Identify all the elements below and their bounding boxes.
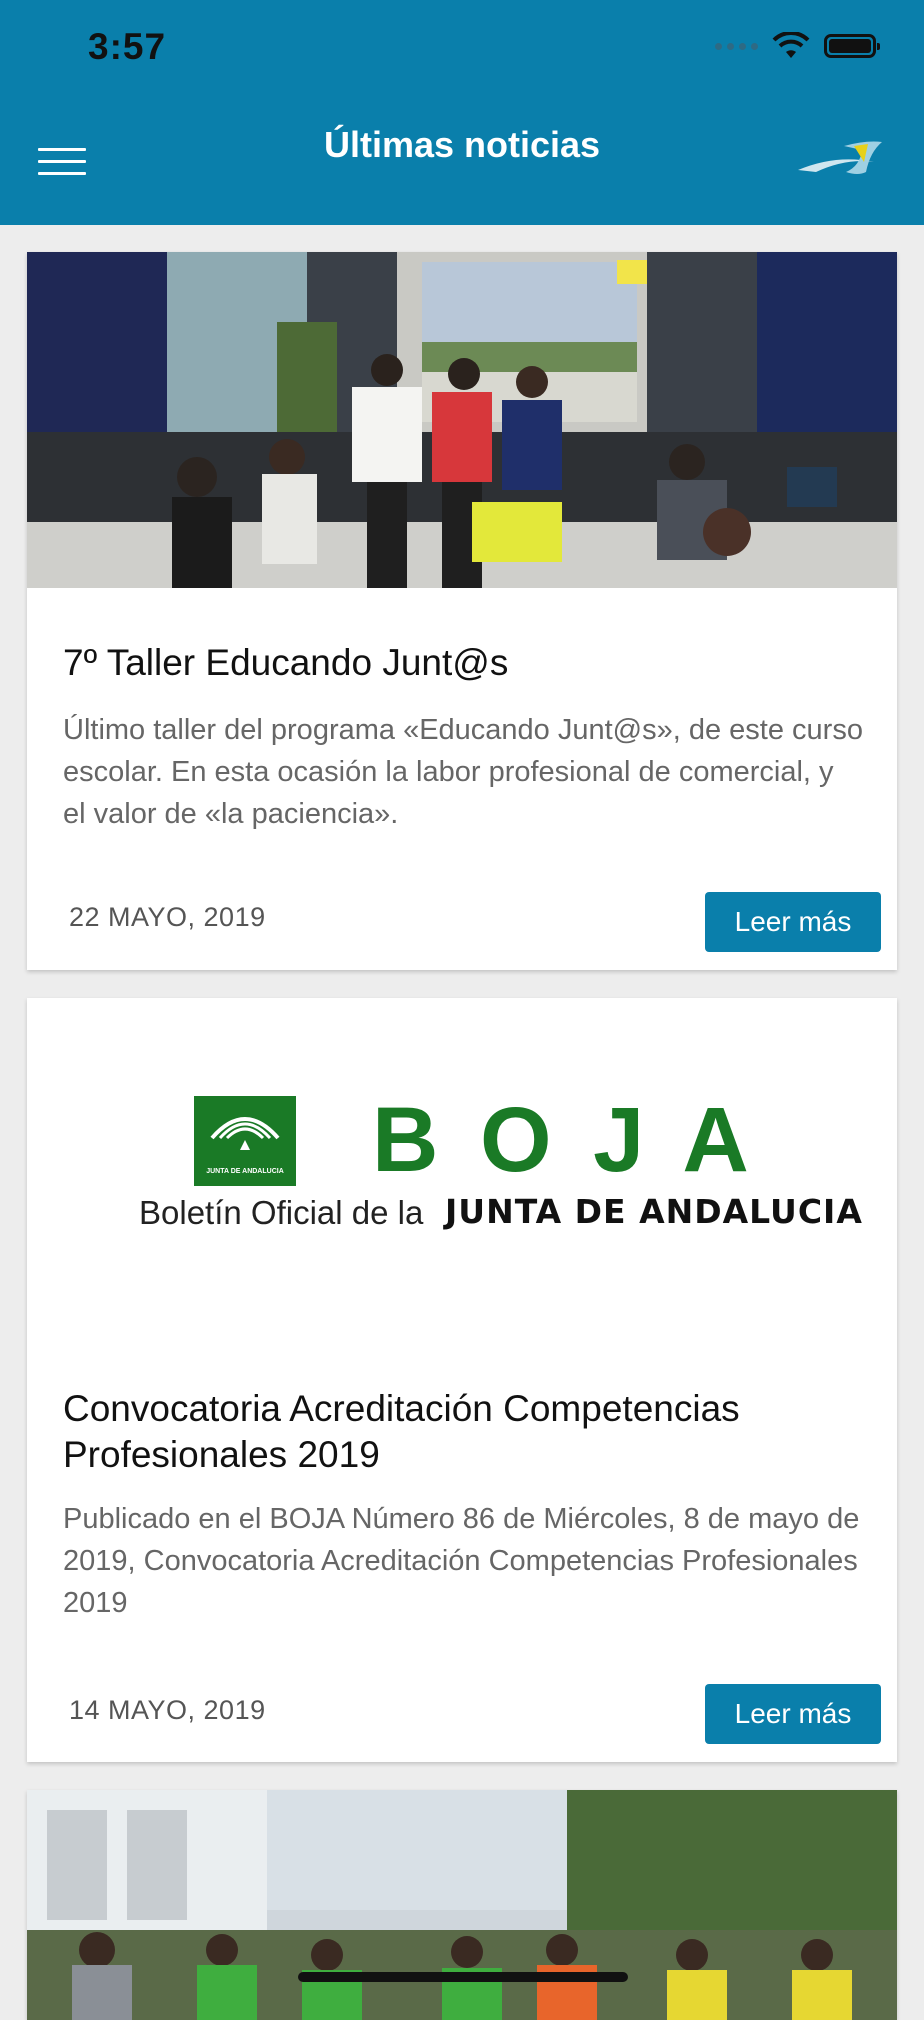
boja-logo-image: JUNTA DE ANDALUCIA B O J A Boletín Ofici… (27, 998, 897, 1338)
wifi-icon (772, 32, 810, 58)
news-title[interactable]: Convocatoria Acreditación Competencias P… (63, 1386, 863, 1478)
boja-seal-text: JUNTA DE ANDALUCIA (206, 1168, 284, 1175)
signal-icon (715, 42, 758, 50)
page-title: Últimas noticias (323, 124, 601, 165)
boja-letters: B O J A (372, 1089, 757, 1191)
battery-icon (824, 34, 880, 58)
app-header: 3:57 Últimas noticias (0, 0, 924, 225)
news-excerpt: Último taller del programa «Educando Jun… (63, 714, 863, 830)
news-card[interactable]: 7º Taller Educando Junt@s Último taller … (27, 252, 897, 970)
read-more-button[interactable]: Leer más (705, 1684, 881, 1744)
status-time: 3:57 (88, 26, 167, 67)
home-indicator[interactable] (298, 1972, 628, 1982)
news-card[interactable] (27, 1790, 897, 2020)
news-photo (27, 1790, 897, 2020)
status-icons (715, 32, 880, 60)
boja-line1: Boletín Oficial de la (139, 1194, 424, 1231)
news-date: 22 MAYO, 2019 (69, 902, 266, 932)
news-card[interactable]: JUNTA DE ANDALUCIA B O J A Boletín Ofici… (27, 998, 897, 1762)
news-photo (27, 252, 897, 588)
swoosh-logo-icon (798, 141, 882, 174)
news-title[interactable]: 7º Taller Educando Junt@s (63, 640, 863, 686)
news-date: 14 MAYO, 2019 (69, 1695, 266, 1725)
read-more-button[interactable]: Leer más (705, 892, 881, 952)
boja-line2: JUNTA DE ANDALUCIA (445, 1192, 863, 1231)
news-excerpt: Publicado en el BOJA Número 86 de Miérco… (63, 1503, 860, 1619)
